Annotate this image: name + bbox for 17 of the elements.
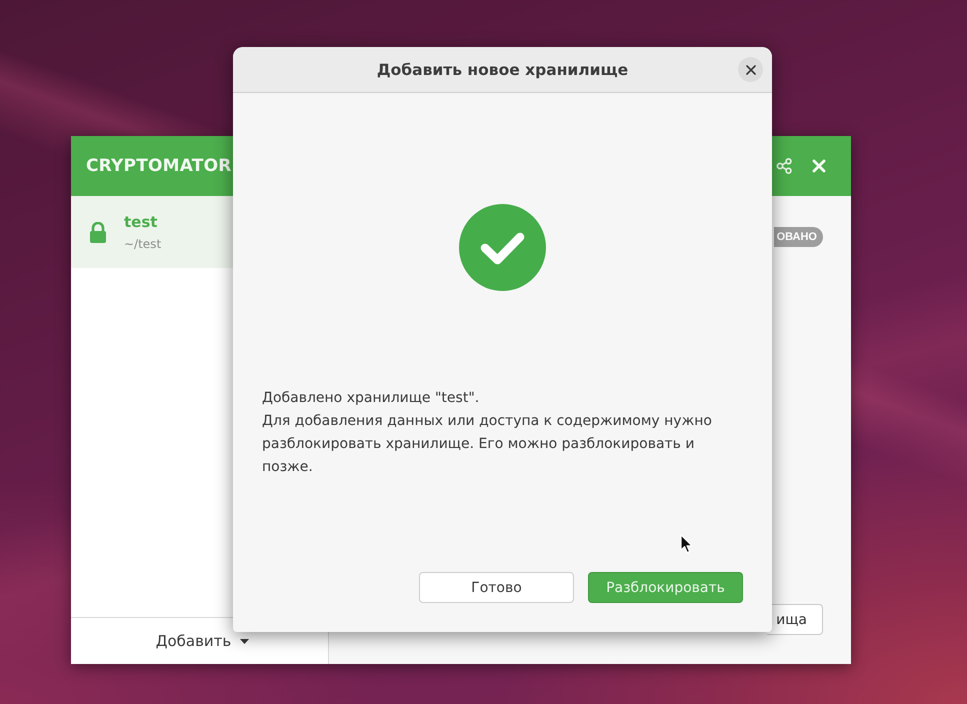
vault-path: ~/test xyxy=(124,237,162,251)
mouse-pointer-icon xyxy=(680,534,693,554)
vault-action-button[interactable]: ища xyxy=(767,604,823,635)
dialog-title: Добавить новое хранилище xyxy=(376,60,628,78)
success-check-icon xyxy=(459,204,546,291)
close-icon[interactable] xyxy=(812,159,826,173)
close-icon xyxy=(746,64,756,74)
caret-icon xyxy=(240,638,250,644)
success-message: Добавлено хранилище "test". xyxy=(262,389,480,408)
app-title: CRYPTOMATOR xyxy=(86,156,232,176)
done-button[interactable]: Готово xyxy=(419,572,574,603)
add-vault-button[interactable]: Добавить xyxy=(156,632,250,650)
unlock-hint-text: Для добавления данных или доступа к содержимому нужно разблокировать хранилище. Его можно разблокировать и позже. xyxy=(262,412,713,477)
nodes-icon[interactable] xyxy=(776,158,792,174)
dialog-close-button[interactable] xyxy=(738,57,763,82)
status-badge: ОВАНО xyxy=(774,227,823,247)
vault-name: test xyxy=(124,213,158,231)
